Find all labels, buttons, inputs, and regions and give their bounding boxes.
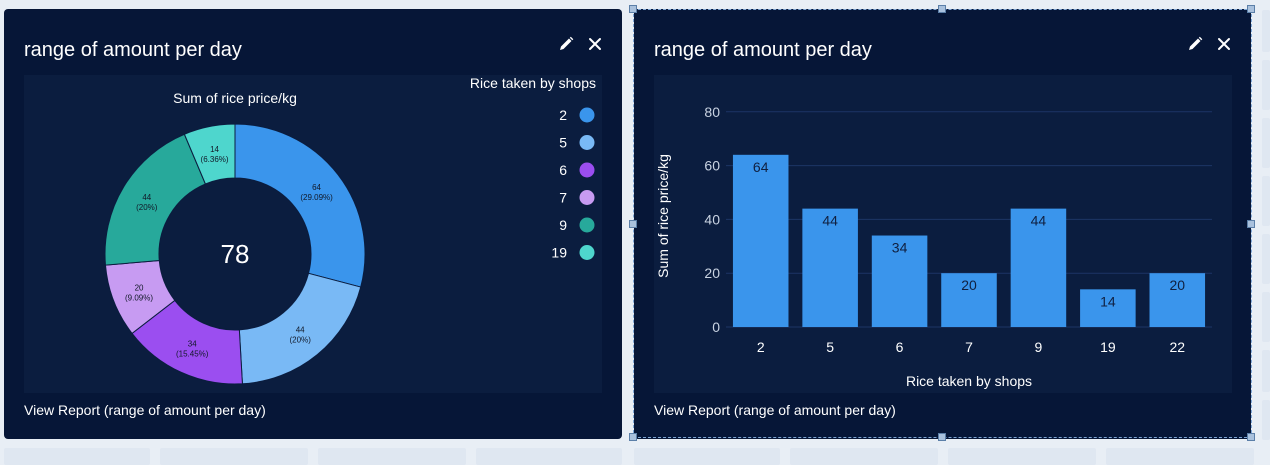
legend-label: 19 [551, 245, 567, 261]
resize-handle[interactable] [1247, 220, 1255, 228]
bar-value-label: 64 [753, 159, 769, 175]
resize-handle[interactable] [629, 220, 637, 228]
slice-percent-label: (9.09%) [125, 293, 153, 302]
donut-slice-9[interactable] [104, 133, 207, 266]
background-tile [318, 448, 466, 465]
slice-value-label: 44 [296, 326, 305, 335]
bar-value-label: 20 [961, 277, 977, 293]
bar-chart: 0 20 40 60 80 64 2 44 5 34 6 20 7 44 9 14 19 20 22 Rice tak… [655, 104, 1212, 389]
background-tile [4, 448, 150, 465]
legend-label: 6 [559, 162, 567, 178]
slice-percent-label: (29.09%) [300, 193, 333, 202]
legend-label: 7 [559, 190, 567, 206]
background-tile [634, 448, 780, 465]
donut-slice-2[interactable] [234, 123, 366, 288]
view-report-link[interactable]: View Report (range of amount per day) [24, 402, 266, 418]
background-tile [1262, 400, 1270, 440]
background-tile [948, 448, 1096, 465]
close-button[interactable] [586, 35, 604, 53]
edit-button[interactable] [557, 35, 575, 53]
background-tile [1262, 292, 1270, 342]
background-tile [790, 448, 938, 465]
resize-handle[interactable] [938, 5, 946, 13]
slice-percent-label: (20%) [290, 336, 312, 345]
resize-handle[interactable] [1247, 433, 1255, 441]
bar-chart-card: range of amount per day 0 20 40 60 80 64 2 44 5 3… [634, 9, 1251, 439]
donut-chart-card: range of amount per day Sum of rice pric… [4, 9, 622, 439]
close-icon [589, 38, 601, 50]
slice-percent-label: (20%) [136, 203, 158, 212]
legend-marker[interactable] [579, 245, 595, 260]
bar-value-label: 14 [1100, 293, 1116, 309]
view-report-link[interactable]: View Report (range of amount per day) [654, 402, 896, 418]
legend-label: 5 [559, 135, 567, 151]
bar-value-label: 44 [822, 213, 838, 229]
resize-handle[interactable] [1247, 5, 1255, 13]
legend-label: 2 [559, 107, 567, 123]
x-tick-label: 2 [757, 339, 765, 355]
slice-percent-label: (15.45%) [176, 350, 209, 359]
legend-marker[interactable] [579, 135, 595, 150]
close-button[interactable] [1215, 35, 1233, 53]
pencil-icon [1189, 36, 1203, 50]
slice-value-label: 34 [188, 340, 197, 349]
bar-value-label: 34 [892, 240, 908, 256]
close-icon [1218, 38, 1230, 50]
donut-chart: Sum of rice price/kg64(29.09%)44(20%)34(… [104, 75, 596, 385]
slice-percent-label: (6.36%) [201, 155, 229, 164]
slice-value-label: 64 [312, 183, 321, 192]
y-tick-label: 20 [704, 265, 720, 281]
slice-value-label: 14 [210, 145, 219, 154]
legend-title: Rice taken by shops [470, 75, 596, 91]
background-tile [1262, 10, 1270, 52]
card-title: range of amount per day [24, 39, 242, 61]
background-tile [1262, 234, 1270, 284]
plot-area: 0 20 40 60 80 64 2 44 5 34 6 20 7 44 9 14 19 20 22 Rice tak… [654, 75, 1232, 393]
resize-handle[interactable] [629, 433, 637, 441]
background-tile [1106, 448, 1254, 465]
card-title: range of amount per day [654, 39, 872, 61]
x-tick-label: 19 [1100, 339, 1116, 355]
slice-value-label: 44 [142, 193, 151, 202]
bar-2[interactable] [732, 154, 789, 327]
background-tile [160, 448, 308, 465]
y-axis-title: Sum of rice price/kg [655, 154, 671, 278]
resize-handle[interactable] [938, 433, 946, 441]
x-tick-label: 9 [1035, 339, 1043, 355]
legend-marker[interactable] [579, 107, 595, 123]
slice-value-label: 20 [135, 283, 144, 292]
y-tick-label: 60 [704, 158, 720, 174]
chart-title: Sum of rice price/kg [173, 90, 297, 106]
x-tick-label: 7 [965, 339, 973, 355]
y-tick-label: 40 [704, 211, 720, 227]
background-tile [1262, 350, 1270, 392]
bar-value-label: 20 [1169, 277, 1185, 293]
legend-marker[interactable] [579, 217, 595, 233]
x-tick-label: 5 [826, 339, 834, 355]
background-tile [476, 448, 622, 465]
pencil-icon [560, 36, 574, 50]
plot-area: Sum of rice price/kg 64 (29.09%) 44 (20%) 34(… [24, 75, 602, 393]
x-tick-label: 22 [1169, 339, 1185, 355]
donut-center-total: 78 [221, 239, 250, 269]
bar-value-label: 44 [1031, 213, 1047, 229]
legend-label: 9 [559, 217, 567, 233]
resize-handle[interactable] [629, 5, 637, 13]
background-tile [1262, 176, 1270, 226]
background-tile [1262, 118, 1270, 168]
y-tick-label: 0 [712, 319, 720, 335]
x-axis-title: Rice taken by shops [906, 373, 1032, 389]
background-tile [1262, 60, 1270, 110]
legend-marker[interactable] [579, 162, 595, 178]
y-tick-label: 80 [704, 104, 720, 120]
edit-button[interactable] [1186, 35, 1204, 53]
legend-marker[interactable] [579, 190, 595, 205]
x-tick-label: 6 [896, 339, 904, 355]
